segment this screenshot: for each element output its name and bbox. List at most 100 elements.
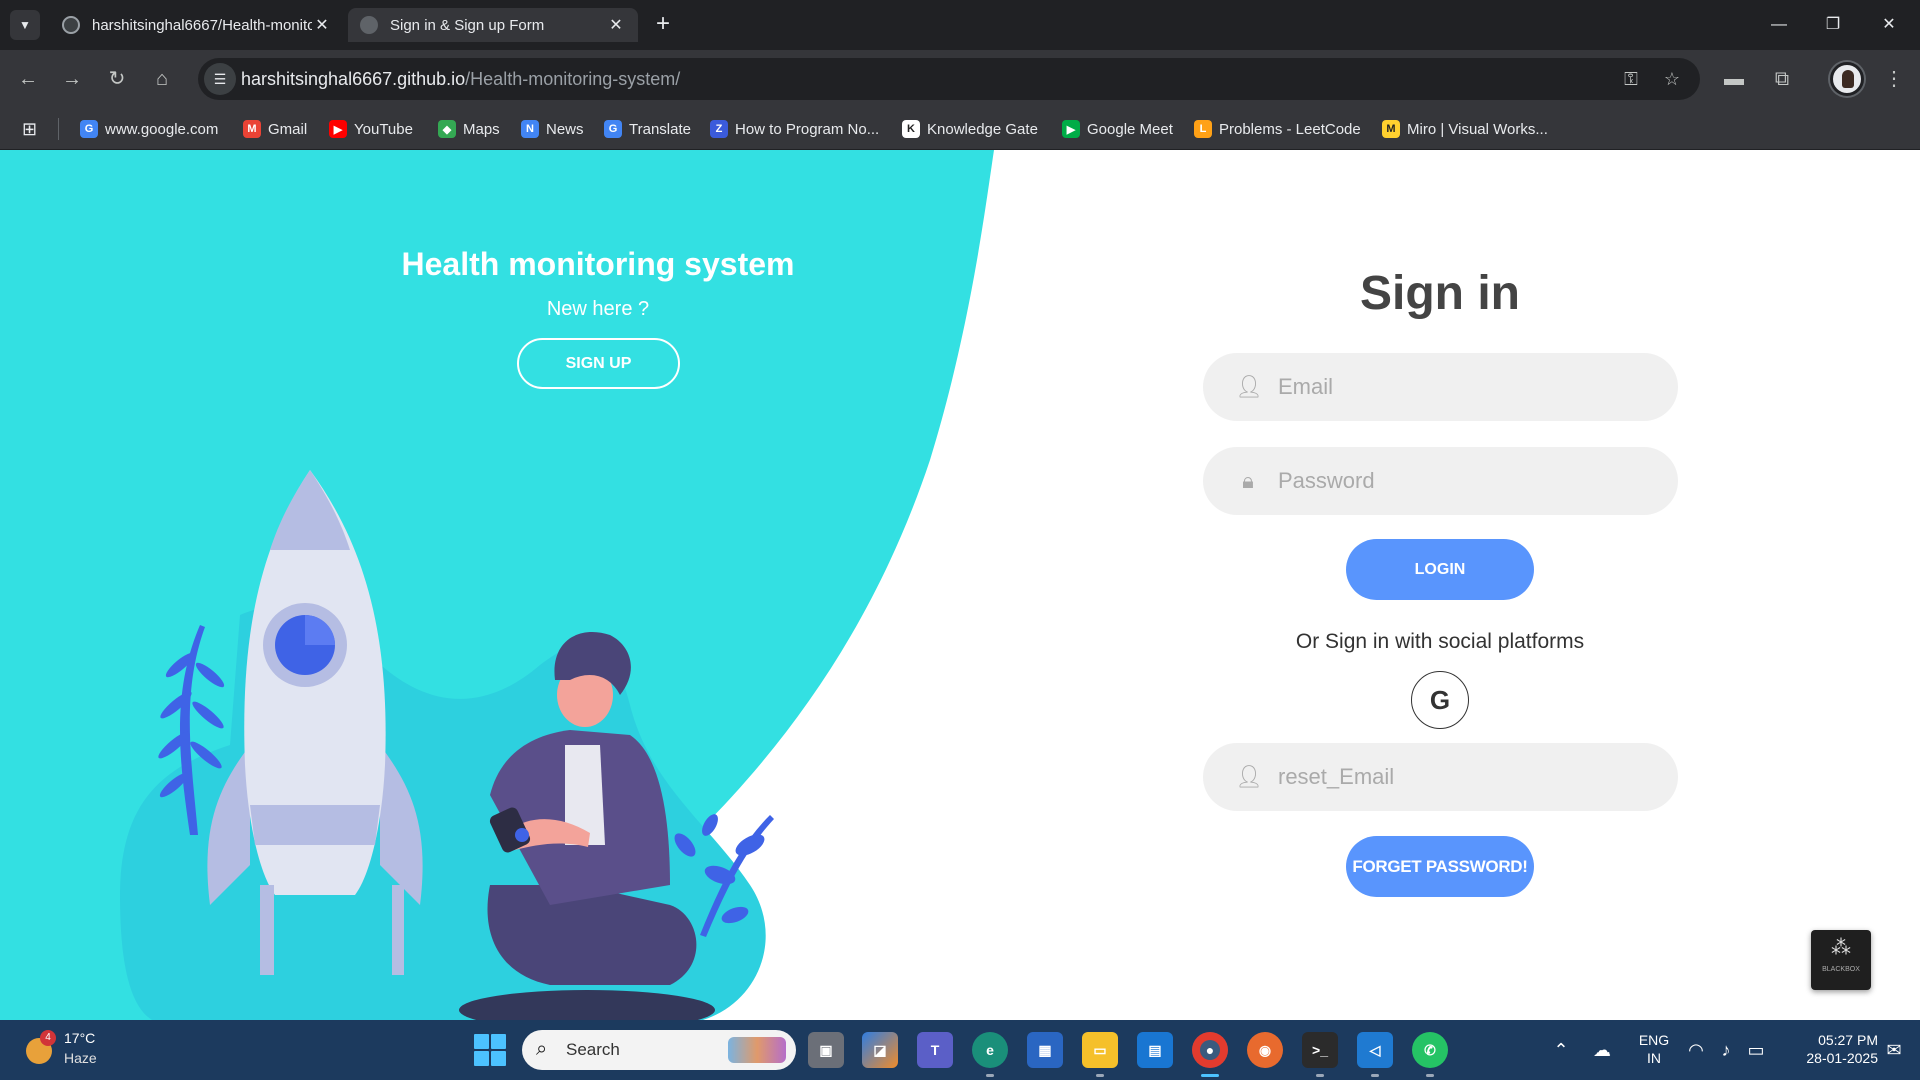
bookmark-item[interactable]: L Problems - LeetCode	[1194, 108, 1361, 150]
bookmark-label: Translate	[629, 120, 691, 138]
close-icon[interactable]: ✕	[606, 15, 626, 35]
bookmark-label: YouTube	[354, 120, 413, 138]
google-icon: G	[1429, 685, 1451, 715]
blackbox-extension-widget[interactable]: ⁂ BLACKBOX	[1811, 930, 1871, 990]
notification-icon[interactable]: ✉	[1882, 1038, 1906, 1062]
bookmark-item[interactable]: M Gmail	[243, 108, 307, 150]
system-clock[interactable]: 05:27 PM 28-01-2025	[1780, 1031, 1878, 1067]
rocket-person-illustration	[120, 470, 774, 1020]
site-info-icon[interactable]: ☰	[204, 63, 236, 95]
onedrive-icon[interactable]: ☁	[1590, 1038, 1614, 1062]
bookmark-item[interactable]: Z How to Program No...	[710, 108, 879, 150]
profile-avatar[interactable]	[1830, 62, 1864, 96]
google-signin-button[interactable]: G	[1411, 671, 1469, 729]
running-indicator	[1371, 1074, 1379, 1077]
user-icon: 👤︎	[1235, 764, 1263, 789]
new-tab-button[interactable]: +	[650, 12, 676, 38]
task-view-icon[interactable]: ▣	[808, 1032, 844, 1068]
tab-signin-form[interactable]: Sign in & Sign up Form ✕	[348, 8, 638, 42]
close-window-button[interactable]: ✕	[1866, 10, 1912, 40]
email-field[interactable]: 👤︎	[1203, 353, 1678, 421]
bookmark-label: Knowledge Gate	[927, 120, 1038, 138]
signup-button[interactable]: SIGN UP	[517, 338, 680, 389]
z-icon: Z	[710, 120, 728, 138]
globe-icon	[360, 16, 378, 34]
menu-kebab-icon[interactable]: ⋮	[1880, 65, 1908, 93]
home-icon[interactable]: ⌂	[148, 65, 176, 93]
password-field[interactable]: 🔒︎	[1203, 447, 1678, 515]
key-icon[interactable]: ⚿	[1618, 66, 1644, 92]
address-bar[interactable]: ☰ harshitsinghal6667.github.io/Health-mo…	[198, 58, 1700, 100]
login-button[interactable]: LOGIN	[1346, 539, 1534, 600]
weather-temp: 17°C	[64, 1030, 96, 1046]
search-icon: ⌕	[536, 1038, 548, 1060]
star-icon[interactable]: ☆	[1659, 66, 1685, 92]
url-host: harshitsinghal6667.github.io	[241, 69, 466, 89]
store-icon[interactable]: ▦	[1027, 1032, 1063, 1068]
bookmark-item[interactable]: ▶ Google Meet	[1062, 108, 1173, 150]
weather-widget[interactable]: 4 17°C Haze	[22, 1028, 112, 1072]
bookmark-item[interactable]: K Knowledge Gate	[902, 108, 1038, 150]
chevron-up-icon[interactable]: ⌃	[1549, 1038, 1573, 1062]
close-icon[interactable]: ✕	[312, 15, 332, 35]
bookmarks-bar: ⊞ Gwww.google.com M Gmail ▶ YouTube ◆ Maps N New…	[0, 108, 1920, 150]
bookmark-item[interactable]: G Translate	[604, 108, 691, 150]
bookmark-label: Google Meet	[1087, 120, 1173, 138]
email-input[interactable]	[1278, 353, 1658, 421]
lang-bottom: IN	[1647, 1050, 1661, 1066]
language-indicator[interactable]: ENG IN	[1636, 1031, 1672, 1067]
firefox-icon[interactable]: ◉	[1247, 1032, 1283, 1068]
maps-icon: ◆	[438, 120, 456, 138]
bookmark-item[interactable]: ▶ YouTube	[329, 108, 413, 150]
password-input[interactable]	[1278, 447, 1658, 515]
teams-icon[interactable]: T	[917, 1032, 953, 1068]
running-indicator	[986, 1074, 994, 1077]
minimize-button[interactable]: —	[1756, 10, 1802, 40]
reset-email-field[interactable]: 👤︎	[1203, 743, 1678, 811]
bookmark-item[interactable]: ◆ Maps	[438, 108, 500, 150]
apps-grid-icon[interactable]: ⊞	[22, 119, 42, 139]
extension-screen-icon[interactable]: ▬	[1720, 65, 1748, 93]
social-platforms-text: Or Sign in with social platforms	[1295, 630, 1585, 653]
bookmark-item[interactable]: N News	[521, 108, 584, 150]
lang-top: ENG	[1638, 1032, 1670, 1048]
extensions-puzzle-icon[interactable]: ⧉	[1768, 65, 1796, 93]
forget-password-button[interactable]: FORGET PASSWORD!	[1346, 836, 1534, 897]
wifi-icon[interactable]: ◠	[1684, 1038, 1708, 1062]
file-explorer-icon[interactable]: ▭	[1082, 1032, 1118, 1068]
start-button[interactable]	[474, 1034, 506, 1066]
battery-icon[interactable]: ▭	[1744, 1038, 1768, 1062]
restore-button[interactable]: ❐	[1810, 10, 1856, 40]
miro-icon: M	[1382, 120, 1400, 138]
volume-icon[interactable]: ♪	[1714, 1038, 1738, 1062]
browser-toolbar: ← → ↻ ⌂ ☰ harshitsinghal6667.github.io/H…	[0, 50, 1920, 108]
widgets-icon[interactable]: ◪	[862, 1032, 898, 1068]
tab-github[interactable]: harshitsinghal6667/Health-monitoring-sys…	[50, 8, 344, 42]
whatsapp-icon[interactable]: ✆	[1412, 1032, 1448, 1068]
edge-icon[interactable]: e	[972, 1032, 1008, 1068]
tab-search-button[interactable]: ▼	[10, 10, 40, 40]
leetcode-icon: L	[1194, 120, 1212, 138]
forward-icon[interactable]: →	[58, 65, 86, 93]
terminal-icon[interactable]: >_	[1302, 1032, 1338, 1068]
bookmark-label: Miro | Visual Works...	[1407, 120, 1548, 138]
bookmark-label: Problems - LeetCode	[1219, 120, 1361, 138]
bookmark-item[interactable]: M Miro | Visual Works...	[1382, 108, 1548, 150]
taskbar-search[interactable]: ⌕ Search	[522, 1030, 796, 1070]
active-indicator	[1201, 1074, 1219, 1077]
search-highlight-art	[728, 1037, 786, 1063]
bookmark-label: News	[546, 120, 584, 138]
reset-email-input[interactable]	[1278, 743, 1658, 811]
kg-icon: K	[902, 120, 920, 138]
hero-subtitle: New here ?	[546, 298, 650, 320]
bookmark-item[interactable]: Gwww.google.com	[80, 108, 218, 150]
chrome-icon[interactable]: ●	[1192, 1032, 1228, 1068]
user-icon: 👤︎	[1235, 374, 1263, 399]
reload-icon[interactable]: ↻	[103, 65, 131, 93]
running-indicator	[1316, 1074, 1324, 1077]
notepad-blue-icon[interactable]: ▤	[1137, 1032, 1173, 1068]
back-icon[interactable]: ←	[14, 65, 42, 93]
vscode-icon[interactable]: ◁	[1357, 1032, 1393, 1068]
url-text[interactable]: harshitsinghal6667.github.io/Health-moni…	[241, 69, 680, 90]
bookmark-label: How to Program No...	[735, 120, 880, 138]
